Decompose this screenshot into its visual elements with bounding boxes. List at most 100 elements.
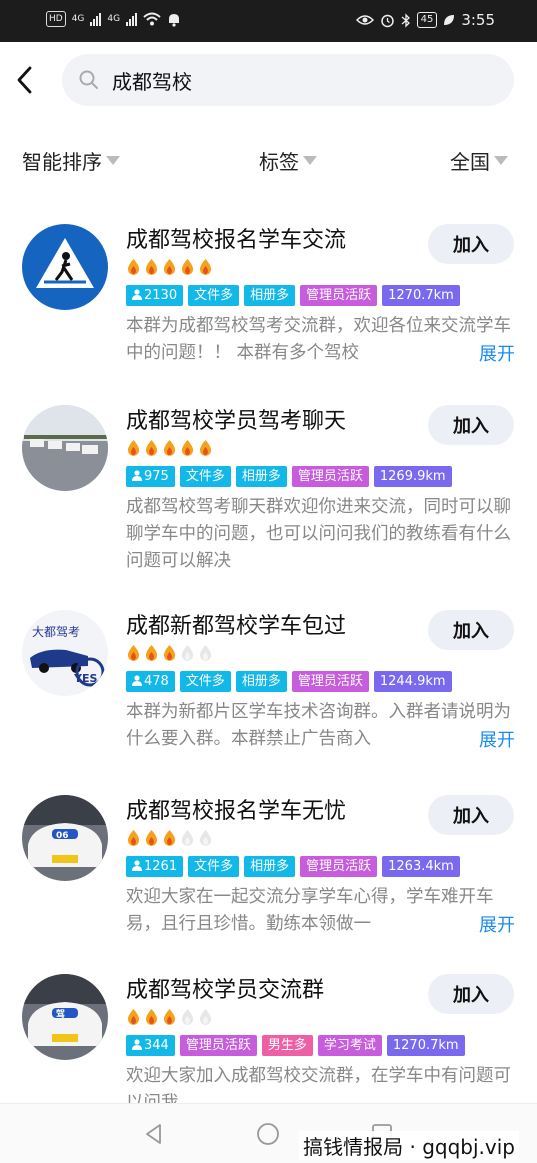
tag-row: 2130 文件多 相册多 管理员活跃 1270.7km	[126, 285, 460, 306]
flame-icon	[126, 439, 141, 457]
person-icon	[132, 675, 142, 686]
group-tag: 相册多	[244, 285, 296, 306]
group-tag: 文件多	[179, 671, 231, 692]
group-tag: 管理员活跃	[300, 856, 378, 877]
group-tag: 相册多	[244, 856, 296, 877]
group-avatar[interactable]	[22, 224, 108, 310]
group-tag: 文件多	[179, 466, 231, 487]
person-icon	[132, 860, 142, 871]
member-count: 975	[144, 469, 169, 484]
person-icon	[132, 1039, 142, 1050]
expand-link[interactable]: 展开	[457, 911, 515, 937]
activity-flames	[126, 258, 213, 276]
flame-icon	[162, 829, 177, 847]
group-card[interactable]: 成都驾校报名学车交流 2130 文件多 相册多 管理员活跃 1270.7km 本群为成都驾校…	[0, 200, 537, 380]
activity-flames	[126, 644, 213, 662]
network-1: 4G	[71, 14, 85, 24]
expand-link[interactable]: 展开	[457, 340, 515, 366]
join-button[interactable]: 加入	[428, 610, 514, 650]
svg-text:驾: 驾	[56, 1008, 65, 1020]
alarm-icon	[380, 14, 394, 27]
flame-icon	[162, 258, 177, 276]
leaf-icon	[444, 15, 455, 25]
flame-icon	[162, 439, 177, 457]
activity-flames	[126, 829, 213, 847]
flame-icon	[198, 439, 213, 457]
member-count-tag: 975	[126, 466, 175, 487]
member-count: 344	[144, 1038, 169, 1053]
person-icon	[132, 289, 142, 300]
group-tag: 管理员活跃	[179, 1035, 257, 1056]
group-tag: 学习考试	[317, 1035, 382, 1056]
back-arrow-icon[interactable]	[12, 62, 40, 98]
member-count: 2130	[144, 288, 178, 303]
group-tag: 文件多	[188, 856, 240, 877]
group-avatar[interactable]: 大都驾考 YES	[22, 610, 108, 696]
filter-sort[interactable]: 智能排序	[22, 146, 120, 175]
join-button[interactable]: 加入	[428, 795, 514, 835]
expand-link[interactable]: 展开	[457, 726, 515, 752]
flame-icon	[180, 258, 195, 276]
svg-text:06: 06	[56, 831, 69, 841]
distance-tag: 1270.7km	[382, 285, 460, 306]
flame-icon	[144, 829, 159, 847]
distance-tag: 1270.7km	[386, 1035, 465, 1056]
filter-sort-label: 智能排序	[22, 150, 102, 174]
tag-row: 344 管理员活跃 男生多 学习考试 1270.7km	[126, 1035, 465, 1056]
activity-flames	[126, 439, 213, 457]
group-card[interactable]: 06 成都驾校报名学车无忧 1261 文件多 相册多 管理员活跃 1263.4km 欢迎大家在…	[0, 771, 537, 951]
group-name[interactable]: 成都新都驾校学车包过	[126, 608, 346, 640]
search-input[interactable]	[112, 64, 492, 96]
activity-flames	[126, 1008, 213, 1026]
flame-icon	[144, 439, 159, 457]
flame-icon	[144, 258, 159, 276]
member-count: 1261	[144, 859, 178, 874]
distance-tag: 1269.9km	[373, 466, 452, 487]
group-card[interactable]: 成都驾校学员驾考聊天 975 文件多 相册多 管理员活跃 1269.9km 成都驾校驾考聊天…	[0, 381, 537, 571]
flame-icon	[126, 258, 141, 276]
flame-icon	[126, 644, 141, 662]
signal-icon	[90, 12, 102, 26]
watermark: 搞钱情报局 · gqqbj.vip	[299, 1131, 519, 1160]
search-header	[0, 42, 537, 122]
group-tag: 管理员活跃	[300, 285, 378, 306]
distance-tag: 1263.4km	[382, 856, 460, 877]
dropdown-caret-icon	[106, 156, 120, 165]
group-tag: 男生多	[261, 1035, 313, 1056]
join-button[interactable]: 加入	[428, 405, 514, 445]
filter-region[interactable]: 全国	[450, 146, 508, 175]
flame-icon	[126, 1008, 141, 1026]
member-count-tag: 344	[126, 1035, 175, 1056]
group-name[interactable]: 成都驾校报名学车交流	[126, 222, 346, 254]
join-button[interactable]: 加入	[428, 974, 514, 1014]
distance-tag: 1244.9km	[373, 671, 452, 692]
filter-bar: 智能排序 标签 全国	[0, 140, 537, 184]
flame-icon	[144, 644, 159, 662]
member-count: 478	[144, 674, 169, 689]
person-icon	[132, 470, 142, 481]
tag-row: 478 文件多 相册多 管理员活跃 1244.9km	[126, 671, 452, 692]
tag-row: 975 文件多 相册多 管理员活跃 1269.9km	[126, 466, 452, 487]
group-avatar[interactable]	[22, 405, 108, 491]
group-name[interactable]: 成都驾校报名学车无忧	[126, 793, 346, 825]
search-icon	[79, 70, 98, 89]
nav-home-icon[interactable]	[256, 1122, 280, 1146]
join-button[interactable]: 加入	[428, 224, 514, 264]
group-card[interactable]: 大都驾考 YES 成都新都驾校学车包过 478 文件多 相册多 管理员活跃 1244.9km 本…	[0, 586, 537, 766]
group-name[interactable]: 成都驾校学员驾考聊天	[126, 403, 346, 435]
tag-row: 1261 文件多 相册多 管理员活跃 1263.4km	[126, 856, 460, 877]
nav-back-icon[interactable]	[142, 1122, 166, 1146]
group-name[interactable]: 成都驾校学员交流群	[126, 972, 324, 1004]
group-avatar[interactable]: 06	[22, 795, 108, 881]
flame-empty-icon	[198, 644, 213, 662]
filter-tags-label: 标签	[259, 150, 299, 174]
flame-empty-icon	[180, 829, 195, 847]
group-tag: 管理员活跃	[291, 466, 369, 487]
group-avatar[interactable]: 驾	[22, 974, 108, 1060]
member-count-tag: 1261	[126, 856, 184, 877]
member-count-tag: 2130	[126, 285, 184, 306]
status-bar: HD 4G 4G 45 3:55	[0, 0, 537, 42]
bluetooth-icon	[401, 12, 410, 28]
search-box[interactable]	[62, 54, 514, 106]
filter-tags[interactable]: 标签	[259, 146, 317, 175]
